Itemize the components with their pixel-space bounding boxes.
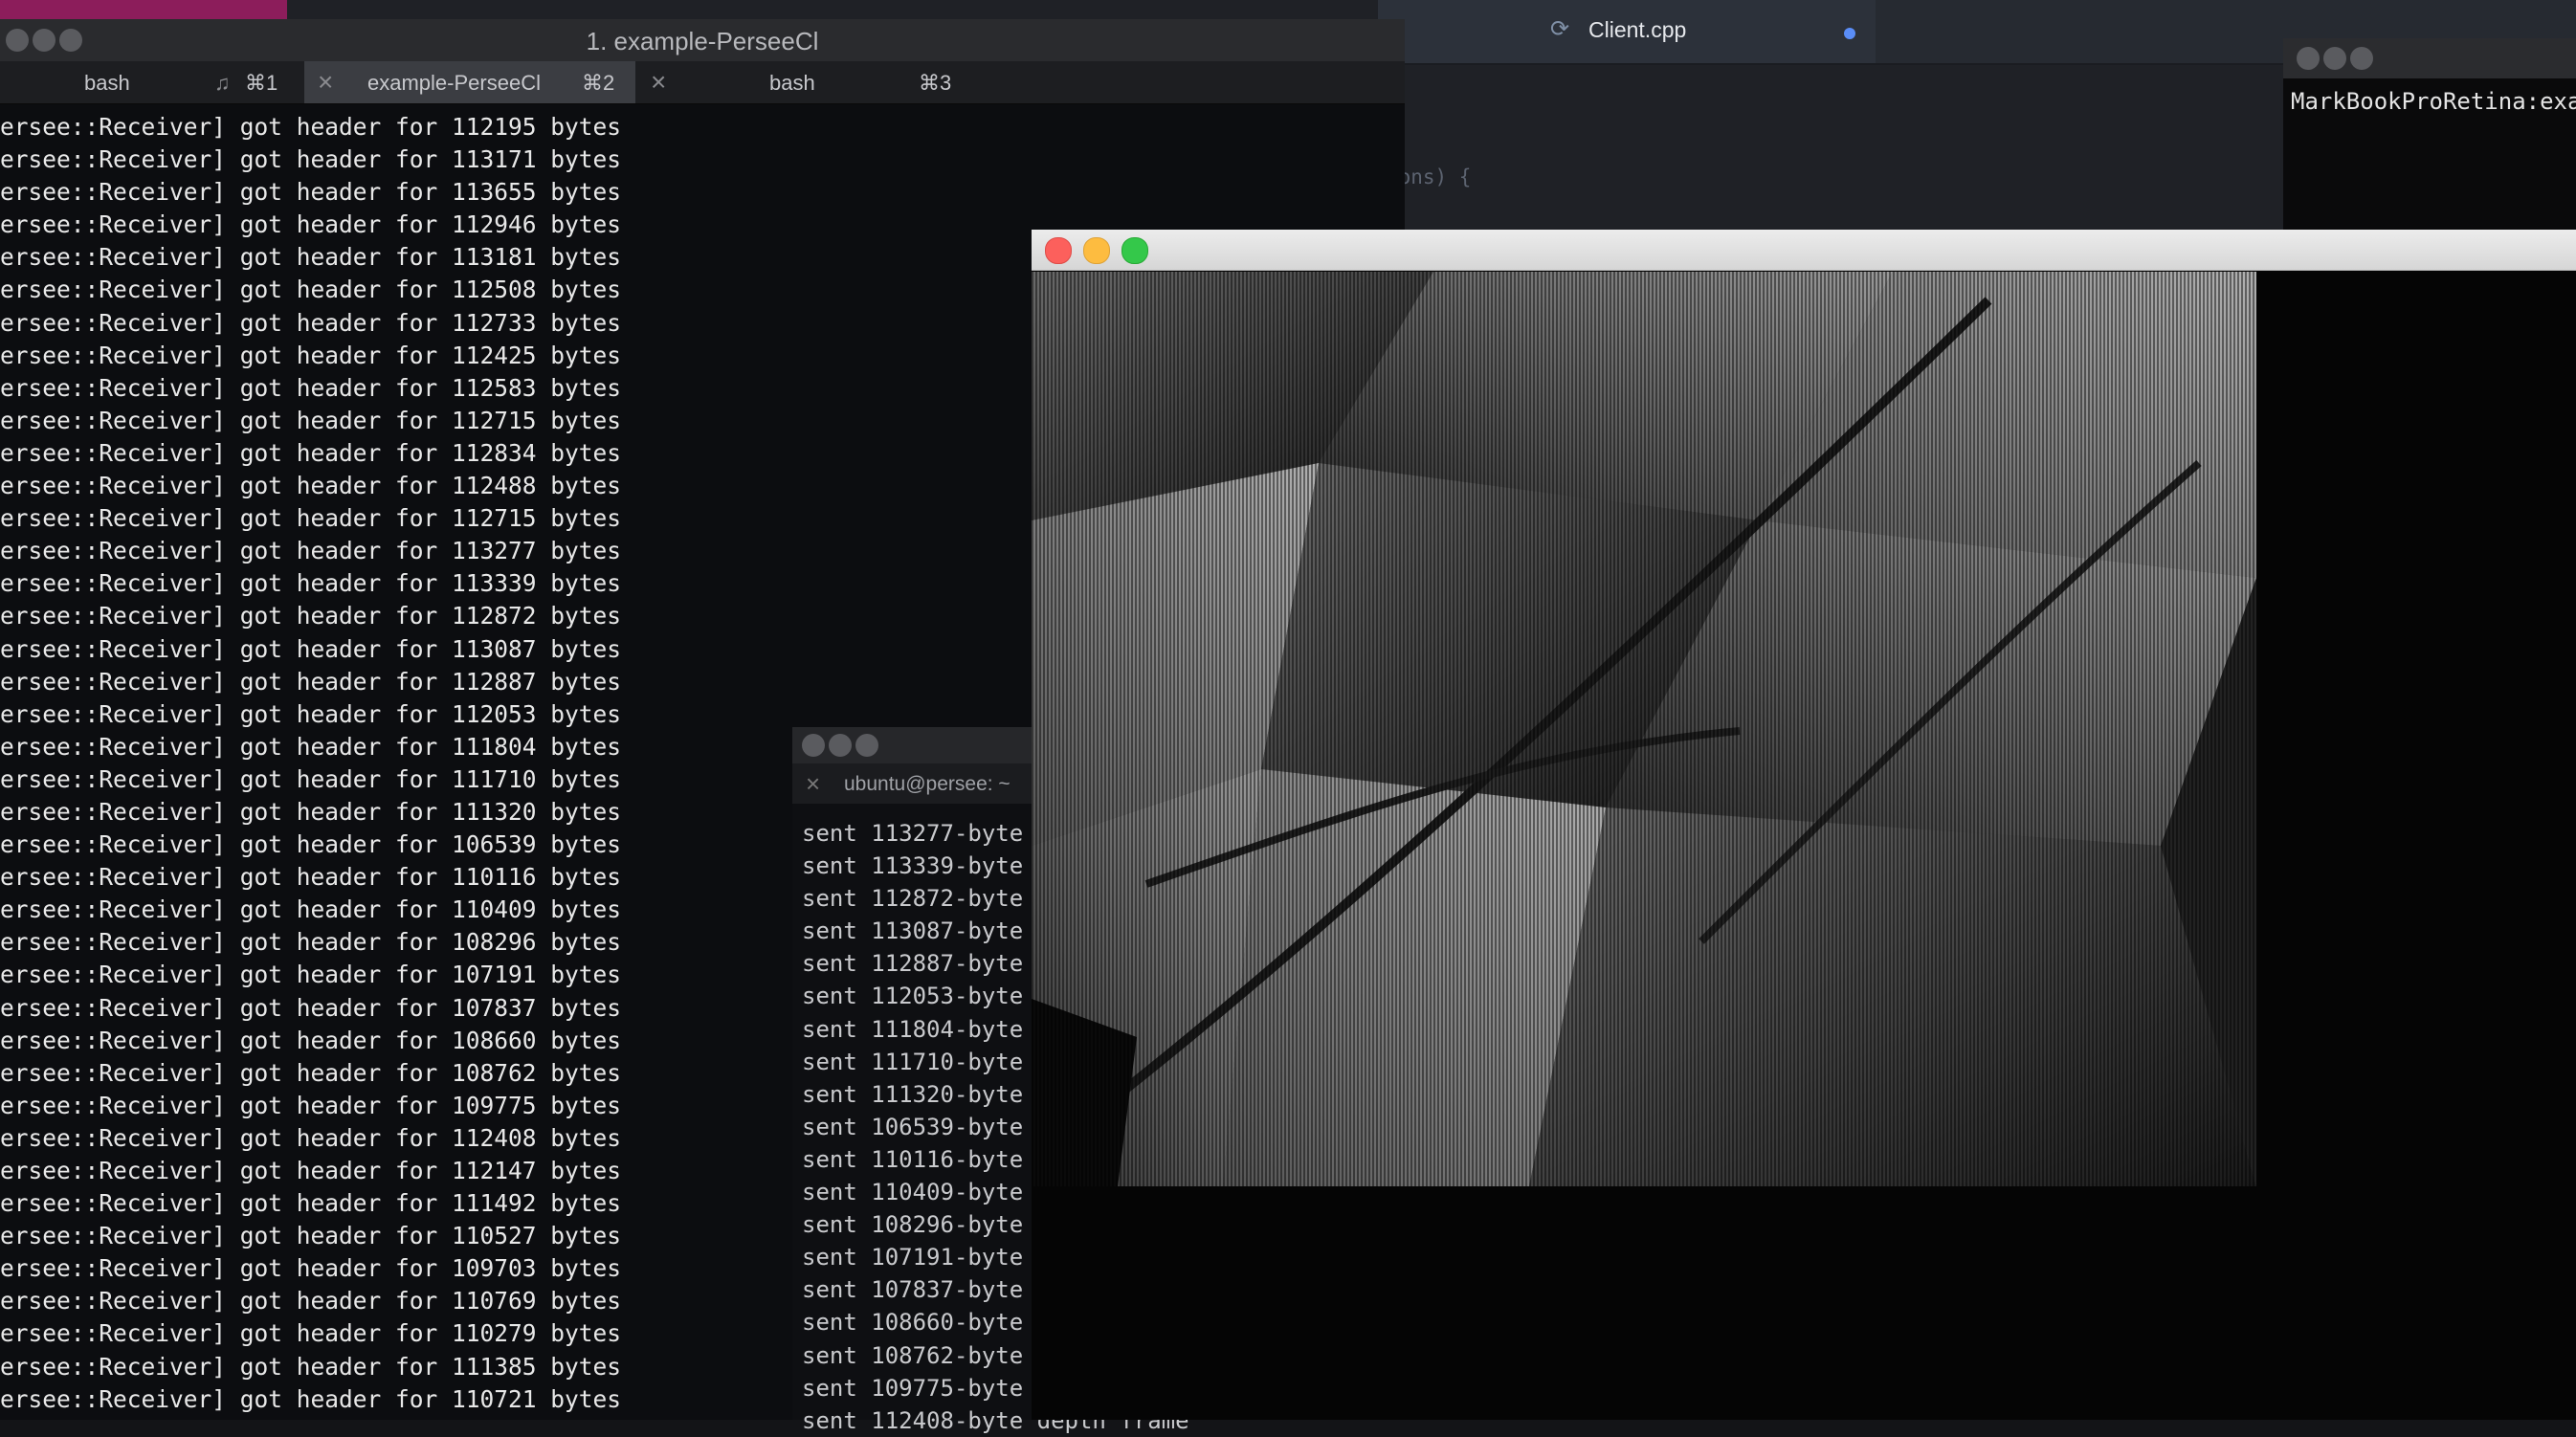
terminal-line: ersee::Receiver] got header for 110116 b… [0, 863, 622, 892]
terminal-line: ersee::Receiver] got header for 109775 b… [0, 1091, 622, 1119]
terminal-line: ersee::Receiver] got header for 112195 b… [0, 113, 622, 141]
terminal-line: ersee::Receiver] got header for 111492 b… [0, 1189, 622, 1218]
terminal-line: ersee::Receiver] got header for 112834 b… [0, 438, 622, 467]
depth-frame-image [1032, 272, 2256, 1186]
terminal-line: ersee::Receiver] got header for 110721 b… [0, 1384, 622, 1413]
terminal-line: ersee::Receiver] got header for 113339 b… [0, 569, 622, 598]
minimize-button[interactable] [829, 734, 852, 757]
minimize-button[interactable] [2323, 47, 2346, 70]
tab-label: example-PerseeCl [367, 71, 541, 95]
terminal-line: ersee::Receiver] got header for 106539 b… [0, 830, 622, 859]
terminal-line: ersee::Receiver] got header for 112715 b… [0, 406, 622, 434]
cpp-file-icon: ⟳ [1550, 16, 1570, 42]
terminal-line: ersee::Receiver] got header for 107191 b… [0, 961, 622, 989]
terminal-output[interactable]: ersee::Receiver] got header for 112195 b… [0, 111, 621, 1416]
terminal-title: 1. example-PerseeCl [586, 27, 819, 55]
minimize-button[interactable] [1083, 237, 1110, 264]
terminal-tab-1[interactable]: bash ♫ ⌘1 [0, 61, 304, 103]
terminal-line: ersee::Receiver] got header for 110279 b… [0, 1319, 622, 1348]
terminal-line: ersee::Receiver] got header for 112053 b… [0, 699, 622, 728]
terminal-tab-3[interactable]: × bash ⌘3 [635, 61, 970, 103]
terminal-line: ersee::Receiver] got header for 111320 b… [0, 797, 622, 826]
background-window-strip [0, 0, 287, 19]
close-button[interactable] [802, 734, 825, 757]
bell-icon: ♫ [214, 71, 231, 95]
depth-viewer-window [1032, 230, 2576, 1420]
terminal-line: ersee::Receiver] got header for 110769 b… [0, 1287, 622, 1315]
tab-label: ubuntu@persee: ~ [844, 773, 1010, 795]
terminal-line: ersee::Receiver] got header for 107837 b… [0, 993, 622, 1022]
editor-tab-label: Client.cpp [1588, 17, 1687, 42]
zoom-button[interactable] [855, 734, 878, 757]
terminal-line: ersee::Receiver] got header for 112488 b… [0, 472, 622, 500]
terminal-line: ersee::Receiver] got header for 110409 b… [0, 895, 622, 924]
terminal-line: ersee::Receiver] got header for 113087 b… [0, 634, 622, 663]
terminal-line: ersee::Receiver] got header for 111710 b… [0, 764, 622, 793]
terminal-line: ersee::Receiver] got header for 113655 b… [0, 178, 622, 207]
tab-shortcut: ⌘2 [582, 71, 615, 95]
terminal-tab-2[interactable]: × example-PerseeCl ⌘2 [304, 61, 635, 103]
terminal-line: ersee::Receiver] got header for 109703 b… [0, 1254, 622, 1283]
close-tab-icon[interactable]: × [806, 769, 820, 799]
terminal-line: ersee::Receiver] got header for 112733 b… [0, 308, 622, 337]
terminal-line: ersee::Receiver] got header for 112408 b… [0, 1123, 622, 1152]
tab-label: bash [769, 71, 815, 95]
terminal-line: ersee::Receiver] got header for 113181 b… [0, 243, 622, 272]
terminal-line: ersee::Receiver] got header for 112425 b… [0, 341, 622, 369]
terminal-line: ersee::Receiver] got header for 110527 b… [0, 1222, 622, 1250]
terminal-line: ersee::Receiver] got header for 112715 b… [0, 504, 622, 533]
terminal-line: ersee::Receiver] got header for 108660 b… [0, 1026, 622, 1054]
terminal-line: ersee::Receiver] got header for 112872 b… [0, 602, 622, 630]
terminal-tab-bar: bash ♫ ⌘1 × example-PerseeCl ⌘2 × bash ⌘… [0, 61, 1405, 104]
editor-tab-client-cpp[interactable]: ⟳ Client.cpp [1378, 0, 1876, 63]
terminal-prompt[interactable]: MarkBookProRetina:exa [2291, 88, 2576, 115]
terminal-line: ersee::Receiver] got header for 111385 b… [0, 1352, 622, 1381]
terminal-line: ersee::Receiver] got header for 112583 b… [0, 373, 622, 402]
tab-shortcut: ⌘3 [919, 71, 952, 95]
close-button[interactable] [1045, 237, 1072, 264]
terminal-line: ersee::Receiver] got header for 112946 b… [0, 210, 622, 239]
viewer-titlebar [1032, 230, 2576, 271]
close-tab-icon[interactable]: × [651, 67, 666, 98]
close-tab-icon[interactable]: × [318, 67, 333, 98]
unsaved-dot-icon [1844, 28, 1855, 39]
zoom-button[interactable] [1121, 237, 1148, 264]
terminal-line: ersee::Receiver] got header for 112508 b… [0, 276, 622, 304]
terminal-line: ersee::Receiver] got header for 108296 b… [0, 928, 622, 957]
zoom-button[interactable] [2350, 47, 2373, 70]
terminal-line: ersee::Receiver] got header for 113171 b… [0, 145, 622, 174]
close-button[interactable] [2297, 47, 2320, 70]
terminal-line: ersee::Receiver] got header for 108762 b… [0, 1058, 622, 1087]
terminal-titlebar [2283, 38, 2576, 78]
terminal-line: ersee::Receiver] got header for 112147 b… [0, 1157, 622, 1184]
tab-label: bash [84, 71, 130, 95]
terminal-titlebar: 1. example-PerseeCl [0, 19, 1405, 61]
terminal-line: ersee::Receiver] got header for 112887 b… [0, 667, 622, 696]
terminal-line: ersee::Receiver] got header for 113277 b… [0, 537, 622, 565]
terminal-line: ersee::Receiver] got header for 111804 b… [0, 732, 622, 761]
tab-shortcut: ⌘1 [245, 71, 278, 95]
